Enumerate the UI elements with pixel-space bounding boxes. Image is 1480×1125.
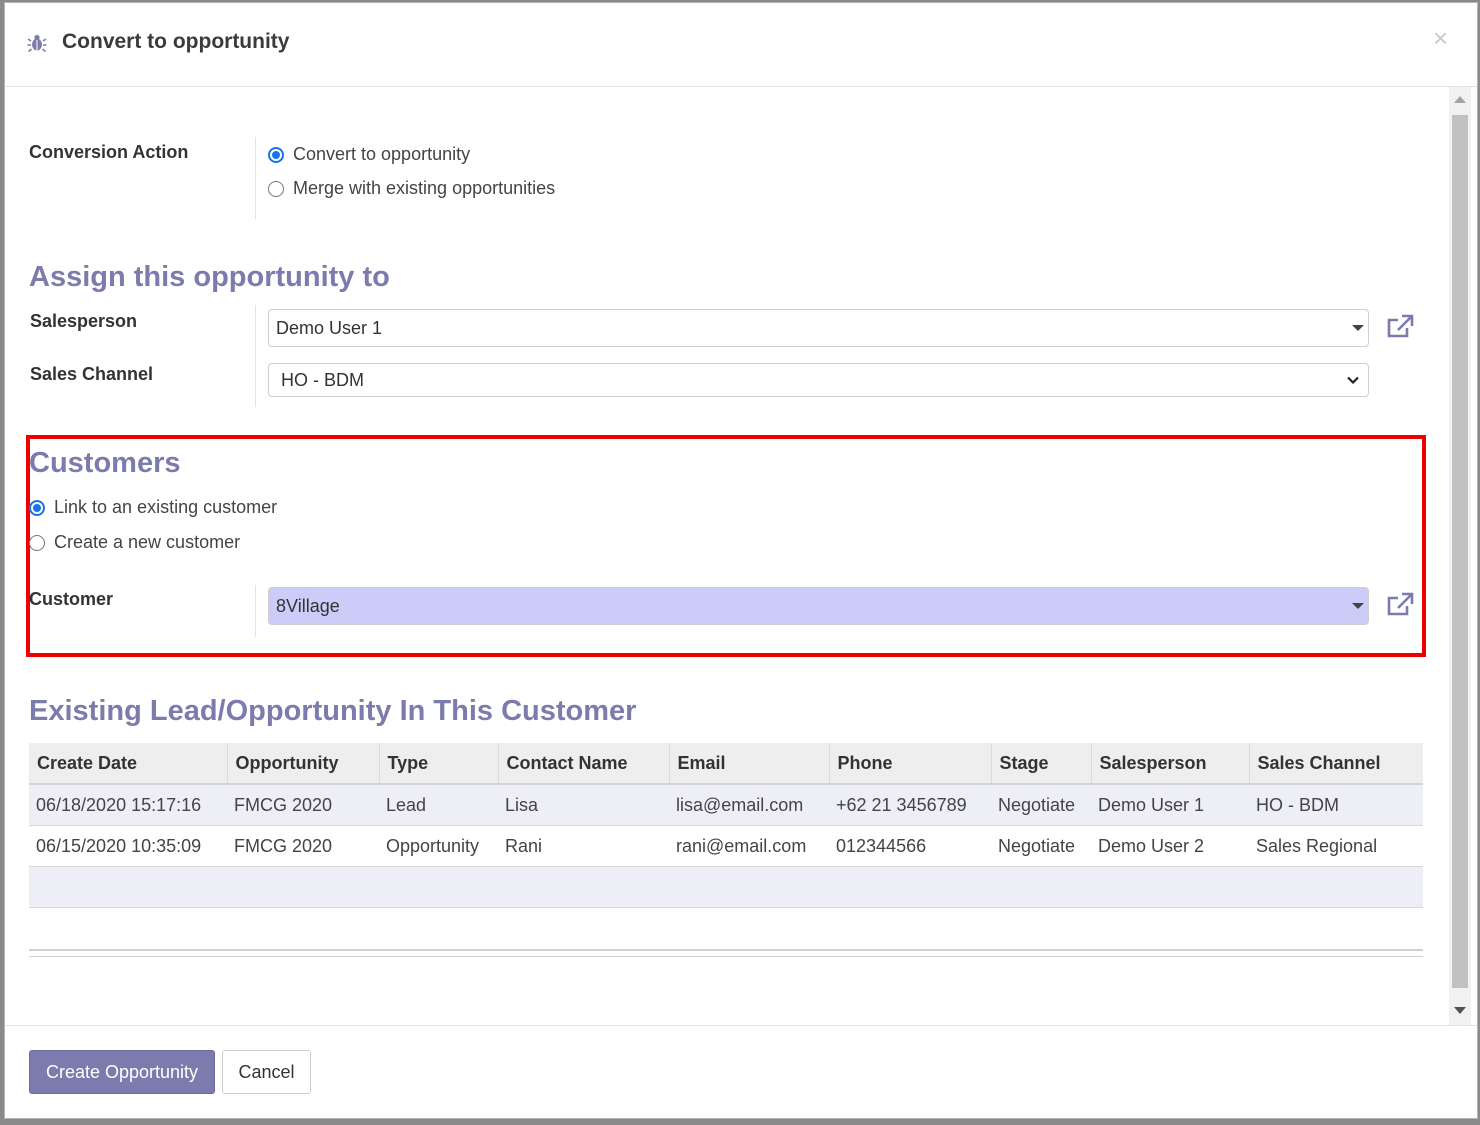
sales-channel-label: Sales Channel <box>30 364 154 384</box>
column-header[interactable]: Email <box>669 743 830 785</box>
table-cell: Lead <box>379 784 498 826</box>
table-cell: FMCG 2020 <box>227 825 379 867</box>
radio-button[interactable] <box>29 534 45 551</box>
table-cell: 012344566 <box>829 825 991 867</box>
column-header[interactable]: Salesperson <box>1091 743 1250 785</box>
table-cell: Opportunity <box>379 825 498 867</box>
radio-label: Merge with existing opportunities <box>293 178 556 198</box>
chevron-down-icon <box>1347 376 1359 385</box>
field-divider <box>255 585 256 637</box>
sales-channel-value: HO - BDM <box>281 370 364 390</box>
assign-section-title: Assign this opportunity to <box>29 261 390 293</box>
dialog-title: Convert to opportunity <box>62 30 290 53</box>
vertical-scrollbar[interactable] <box>1449 87 1471 1025</box>
caret-down-icon[interactable] <box>1352 603 1364 609</box>
radio-button[interactable] <box>29 499 45 516</box>
existing-opportunities-table: Create Date Opportunity Type Contact Nam… <box>29 743 1423 908</box>
column-header[interactable]: Create Date <box>29 743 228 785</box>
column-header[interactable]: Phone <box>829 743 992 785</box>
column-header[interactable]: Type <box>379 743 499 785</box>
customers-section-title: Customers <box>29 447 181 479</box>
create-opportunity-button[interactable]: Create Opportunity <box>29 1050 215 1094</box>
customer-label: Customer <box>29 589 114 609</box>
table-cell: Demo User 1 <box>1091 784 1249 826</box>
radio-label: Create a new customer <box>54 532 241 552</box>
customer-field[interactable]: 8Village <box>268 587 1369 625</box>
table-cell: lisa@email.com <box>669 784 829 826</box>
empty-cell <box>29 866 1423 908</box>
table-cell: Rani <box>498 825 669 867</box>
dialog-body: Conversion Action Convert to opportunity… <box>5 87 1477 1025</box>
table-cell: rani@email.com <box>669 825 829 867</box>
salesperson-value: Demo User 1 <box>276 318 383 338</box>
external-link-icon[interactable] <box>1385 591 1415 619</box>
conversion-action-label: Conversion Action <box>29 142 189 162</box>
bug-icon <box>27 34 47 53</box>
table-cell: FMCG 2020 <box>227 784 379 826</box>
column-header[interactable]: Opportunity <box>227 743 380 785</box>
dialog-footer: Create Opportunity Cancel <box>5 1025 1477 1119</box>
existing-section-title: Existing Lead/Opportunity In This Custom… <box>29 695 637 727</box>
scrollbar-thumb[interactable] <box>1452 115 1468 988</box>
table-cell: Negotiate <box>991 784 1091 826</box>
table-cell: HO - BDM <box>1249 784 1423 826</box>
radio-merge-opportunities[interactable]: Merge with existing opportunities <box>268 178 555 199</box>
table-header-row: Create Date Opportunity Type Contact Nam… <box>29 743 1423 785</box>
convert-dialog: Convert to opportunity × Conversion Acti… <box>4 2 1478 1119</box>
table-cell: Negotiate <box>991 825 1091 867</box>
field-divider <box>255 137 256 219</box>
table-row[interactable]: 06/18/2020 15:17:16 FMCG 2020 Lead Lisa … <box>29 784 1423 826</box>
radio-button[interactable] <box>268 180 284 197</box>
scroll-down-arrow-icon[interactable] <box>1454 1007 1466 1014</box>
table-footer <box>29 949 1423 957</box>
close-icon[interactable]: × <box>1433 23 1448 53</box>
sales-channel-select[interactable]: HO - BDM <box>268 363 1369 397</box>
table-cell: +62 21 3456789 <box>829 784 991 826</box>
table-cell: Sales Regional <box>1249 825 1423 867</box>
radio-label: Convert to opportunity <box>293 144 471 164</box>
radio-convert-opportunity[interactable]: Convert to opportunity <box>268 144 470 165</box>
table-cell: Demo User 2 <box>1091 825 1249 867</box>
radio-create-new-customer[interactable]: Create a new customer <box>29 532 240 553</box>
column-header[interactable]: Sales Channel <box>1249 743 1423 785</box>
salesperson-field[interactable]: Demo User 1 <box>268 309 1369 347</box>
salesperson-label: Salesperson <box>30 311 138 331</box>
customer-value: 8Village <box>276 596 340 616</box>
radio-link-existing-customer[interactable]: Link to an existing customer <box>29 497 277 518</box>
column-header[interactable]: Stage <box>991 743 1092 785</box>
field-divider <box>255 305 256 407</box>
table-cell: Lisa <box>498 784 669 826</box>
radio-label: Link to an existing customer <box>54 497 278 517</box>
table-cell: 06/18/2020 15:17:16 <box>29 784 227 826</box>
cancel-button[interactable]: Cancel <box>222 1050 311 1094</box>
table-row[interactable]: 06/15/2020 10:35:09 FMCG 2020 Opportunit… <box>29 825 1423 867</box>
column-header[interactable]: Contact Name <box>498 743 670 785</box>
scroll-up-arrow-icon[interactable] <box>1454 96 1466 103</box>
dialog-header: Convert to opportunity × <box>5 3 1477 87</box>
radio-button[interactable] <box>268 146 284 163</box>
table-cell: 06/15/2020 10:35:09 <box>29 825 227 867</box>
external-link-icon[interactable] <box>1385 313 1415 341</box>
table-empty-row <box>29 866 1423 908</box>
caret-down-icon[interactable] <box>1352 325 1364 331</box>
